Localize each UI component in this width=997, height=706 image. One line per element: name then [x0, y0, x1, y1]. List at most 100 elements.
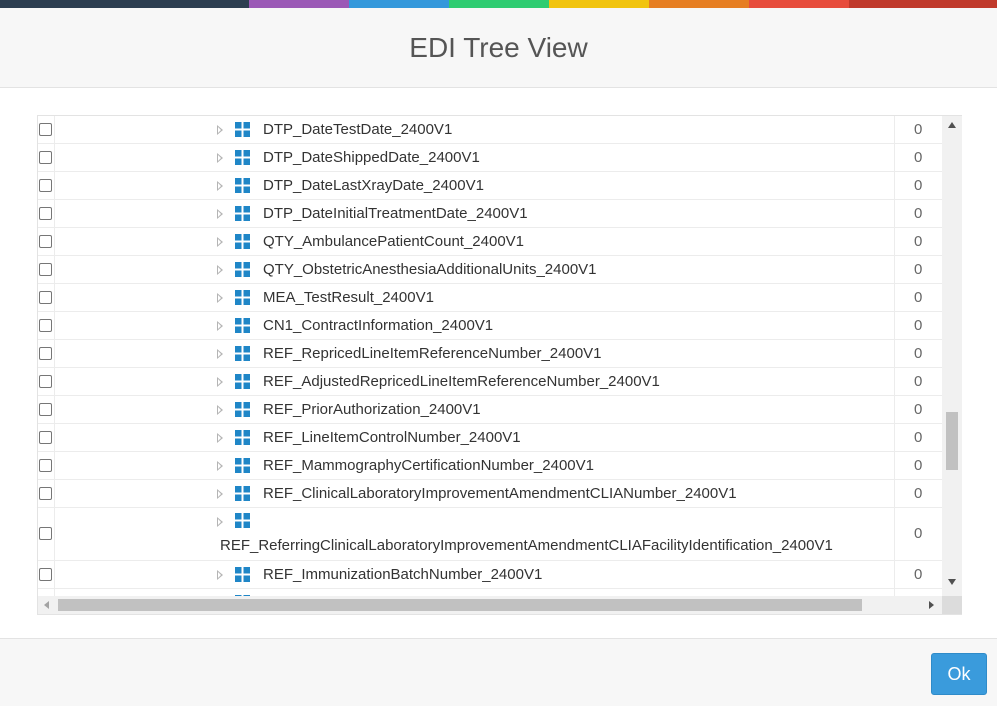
tree-row[interactable]: REF_PriorAuthorization_2400V1 0	[38, 396, 942, 424]
tree-row[interactable]: REF_ImmunizationBatchNumber_2400V1 0	[38, 561, 942, 589]
tree-row[interactable]: REF_AdjustedRepricedLineItemReferenceNum…	[38, 368, 942, 396]
row-checkbox[interactable]	[39, 487, 52, 500]
row-checkbox[interactable]	[39, 403, 52, 416]
row-checkbox[interactable]	[39, 527, 52, 540]
grid-icon	[235, 486, 250, 501]
strip-segment	[0, 0, 249, 8]
row-checkbox[interactable]	[39, 568, 52, 581]
tree-row[interactable]: DTP_DateInitialTreatmentDate_2400V1 0	[38, 200, 942, 228]
expand-triangle-icon[interactable]	[217, 153, 223, 163]
node-count: 0	[914, 525, 923, 542]
node-count: 0	[914, 261, 923, 278]
column-divider	[894, 256, 895, 283]
vertical-scroll-thumb[interactable]	[946, 412, 958, 470]
scroll-up-arrow-icon[interactable]	[948, 122, 956, 128]
grid-icon	[235, 262, 250, 277]
expand-triangle-icon[interactable]	[217, 181, 223, 191]
strip-segment	[549, 0, 649, 8]
scroll-down-arrow-icon[interactable]	[948, 579, 956, 585]
expand-triangle-icon[interactable]	[217, 321, 223, 331]
scroll-right-arrow-icon[interactable]	[929, 601, 934, 609]
row-checkbox[interactable]	[39, 347, 52, 360]
tree-row[interactable]: QTY_ObstetricAnesthesiaAdditionalUnits_2…	[38, 256, 942, 284]
grid-icon	[235, 513, 250, 528]
tree-row[interactable]: REF_RepricedLineItemReferenceNumber_2400…	[38, 340, 942, 368]
column-divider	[894, 116, 895, 143]
column-divider	[54, 424, 55, 451]
tree-row[interactable]: REF_MammographyCertificationNumber_2400V…	[38, 452, 942, 480]
expand-triangle-icon[interactable]	[217, 265, 223, 275]
node-count: 0	[914, 401, 923, 418]
expand-triangle-icon[interactable]	[217, 125, 223, 135]
grid-icon	[235, 458, 250, 473]
tree-row[interactable]: DTP_DateLastXrayDate_2400V1 0	[38, 172, 942, 200]
expand-triangle-icon[interactable]	[217, 377, 223, 387]
column-divider	[894, 452, 895, 479]
tree-row[interactable]: REF_ClinicalLaboratoryImprovementAmendme…	[38, 480, 942, 508]
column-divider	[54, 368, 55, 395]
tree-row[interactable]: CN1_ContractInformation_2400V1 0	[38, 312, 942, 340]
tree-row[interactable]: REF_ReferringClinicalLaboratoryImproveme…	[38, 508, 942, 561]
strip-segment	[349, 0, 449, 8]
expand-triangle-icon[interactable]	[217, 433, 223, 443]
tree-row[interactable]: DTP_DateShippedDate_2400V1 0	[38, 144, 942, 172]
horizontal-scrollbar[interactable]	[38, 596, 942, 614]
tree-row[interactable]: REF_LineItemControlNumber_2400V1 0	[38, 424, 942, 452]
tree-row[interactable]: QTY_AmbulancePatientCount_2400V1 0	[38, 228, 942, 256]
tree-row[interactable]: MEA_TestResult_2400V1 0	[38, 284, 942, 312]
node-count: 0	[914, 345, 923, 362]
ok-button[interactable]: Ok	[931, 653, 987, 695]
expand-triangle-icon[interactable]	[217, 405, 223, 415]
node-count: 0	[914, 121, 923, 138]
column-divider	[894, 480, 895, 507]
expand-triangle-icon[interactable]	[217, 349, 223, 359]
scroll-left-arrow-icon[interactable]	[44, 601, 49, 609]
column-divider	[54, 508, 55, 560]
node-label: DTP_DateShippedDate_2400V1	[263, 149, 480, 166]
expand-triangle-icon[interactable]	[217, 570, 223, 580]
node-count: 0	[914, 457, 923, 474]
row-checkbox[interactable]	[39, 291, 52, 304]
node-label: QTY_AmbulancePatientCount_2400V1	[263, 233, 525, 250]
node-count: 0	[914, 177, 923, 194]
expand-triangle-icon[interactable]	[217, 461, 223, 471]
node-label: DTP_DateTestDate_2400V1	[263, 121, 453, 138]
expand-triangle-icon[interactable]	[217, 517, 223, 527]
vertical-scrollbar[interactable]	[942, 116, 962, 596]
expand-triangle-icon[interactable]	[217, 209, 223, 219]
row-checkbox[interactable]	[39, 179, 52, 192]
node-label: CN1_ContractInformation_2400V1	[263, 317, 494, 334]
row-checkbox[interactable]	[39, 123, 52, 136]
expand-triangle-icon[interactable]	[217, 237, 223, 247]
column-divider	[894, 340, 895, 367]
column-divider	[54, 172, 55, 199]
column-divider	[894, 396, 895, 423]
column-divider	[894, 144, 895, 171]
expand-triangle-icon[interactable]	[217, 489, 223, 499]
row-checkbox[interactable]	[39, 151, 52, 164]
row-checkbox[interactable]	[39, 375, 52, 388]
row-checkbox[interactable]	[39, 263, 52, 276]
scrollbar-corner	[942, 596, 962, 614]
dialog-footer: Ok	[0, 638, 997, 706]
row-checkbox[interactable]	[39, 431, 52, 444]
node-label: MEA_TestResult_2400V1	[263, 289, 434, 306]
tree-row[interactable]: REF_ReferralNumber_2400V10	[38, 589, 942, 596]
tree-row[interactable]: DTP_DateTestDate_2400V1 0	[38, 116, 942, 144]
node-count: 0	[914, 205, 923, 222]
node-count: 0	[914, 429, 923, 446]
node-label: REF_LineItemControlNumber_2400V1	[263, 429, 521, 446]
column-divider	[54, 200, 55, 227]
column-divider	[54, 284, 55, 311]
expand-triangle-icon[interactable]	[217, 293, 223, 303]
node-label: REF_MammographyCertificationNumber_2400V…	[263, 457, 594, 474]
horizontal-scroll-thumb[interactable]	[58, 599, 862, 611]
row-checkbox[interactable]	[39, 207, 52, 220]
column-divider	[894, 172, 895, 199]
row-checkbox[interactable]	[39, 459, 52, 472]
node-label: REF_RepricedLineItemReferenceNumber_2400…	[263, 345, 602, 362]
row-checkbox[interactable]	[39, 235, 52, 248]
row-checkbox[interactable]	[39, 319, 52, 332]
grid-icon	[235, 234, 250, 249]
grid-icon	[235, 206, 250, 221]
